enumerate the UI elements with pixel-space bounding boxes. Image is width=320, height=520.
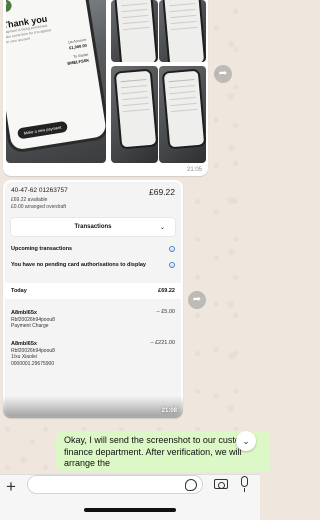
screenshot-photo[interactable]	[159, 0, 206, 62]
plus-icon[interactable]: +	[6, 477, 16, 497]
account-number: 40-47-62 01263757	[11, 187, 68, 194]
transaction-amount: – £5.00	[156, 308, 175, 315]
screenshot-photo[interactable]	[111, 66, 158, 163]
transaction-row: A8mbl65x Rbf20026h94poou8 1/xu Xiaolei 0…	[11, 340, 175, 368]
home-indicator	[84, 508, 176, 512]
outgoing-message-text: Okay, I will send the screenshot to our …	[64, 435, 252, 468]
make-payment-button: Make a new payment	[16, 120, 69, 140]
transaction-row: A8mbl65x Rbf20026h94poou8 Payment Charge…	[11, 309, 175, 330]
receipt-photo[interactable]: ✓ Thank you payment is being processed. …	[6, 0, 106, 163]
transaction-title: A8mbl65x	[11, 340, 37, 347]
screenshot-photo[interactable]	[111, 0, 158, 62]
phone-screen: ✓ Thank you payment is being processed. …	[6, 0, 106, 151]
phone-screen	[163, 70, 205, 148]
transactions-dropdown: Transactions ⌄	[11, 218, 175, 236]
forward-icon[interactable]: ➦	[214, 65, 232, 83]
dropdown-label: Transactions	[74, 224, 112, 230]
info-icon: i	[169, 262, 175, 268]
message-input-bar: +	[0, 474, 260, 520]
image-shade	[3, 396, 183, 418]
today-amount: £69.22	[158, 287, 175, 294]
chevron-down-icon[interactable]: ⌄	[236, 431, 256, 451]
transaction-title: A8mbl65x	[11, 309, 37, 316]
mic-icon[interactable]	[241, 476, 248, 492]
account-balance: £69.22	[149, 187, 175, 197]
message-time: 21:08	[161, 408, 177, 414]
camera-icon[interactable]	[214, 479, 228, 489]
overdraft-info: £0.00 arranged overdraft	[11, 203, 67, 210]
screenshot-photo[interactable]	[159, 66, 206, 163]
transaction-amount: – £221.00	[150, 339, 175, 346]
message-time: 21:05	[186, 167, 202, 173]
phone-screen	[115, 70, 157, 148]
message-input[interactable]	[27, 475, 203, 494]
transaction-detail: Payment Charge	[11, 323, 49, 329]
phone-screen	[115, 0, 157, 62]
image-message-bubble[interactable]: ✓ Thank you payment is being processed. …	[3, 0, 208, 176]
forward-icon[interactable]: ➦	[188, 291, 206, 309]
today-row: Today £69.22	[5, 282, 181, 299]
bank-screenshot: 40-47-62 01263757 £69.22 £69.22 availabl…	[5, 182, 181, 416]
today-label: Today	[11, 287, 27, 294]
upcoming-title: Upcoming transactions	[11, 246, 73, 252]
phone-screen	[163, 0, 205, 62]
info-icon: i	[169, 246, 175, 252]
check-icon: ✓	[6, 0, 13, 13]
bank-screenshot-bubble[interactable]: 40-47-62 01263757 £69.22 £69.22 availabl…	[3, 180, 183, 418]
chevron-down-icon: ⌄	[159, 224, 165, 231]
sticker-icon[interactable]	[185, 479, 197, 491]
pending-text: You have no pending card authorisations …	[11, 262, 146, 268]
transaction-detail: 0000001.29675900	[11, 360, 55, 367]
